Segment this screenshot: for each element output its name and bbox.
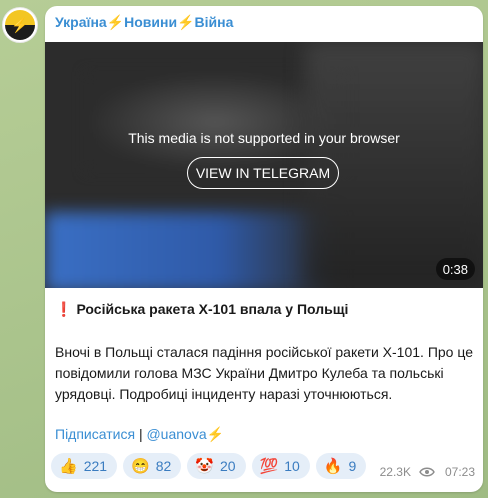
- message-meta: 22.3K 07:23: [380, 465, 475, 479]
- post-links: Підписатися | @uanova⚡: [55, 426, 224, 443]
- fire-icon: 🔥: [323, 457, 343, 475]
- reaction-thumbs-up[interactable]: 👍 221: [51, 453, 118, 479]
- channel-handle-link[interactable]: @uanova⚡: [146, 426, 224, 442]
- view-in-telegram-button[interactable]: VIEW IN TELEGRAM: [187, 157, 339, 189]
- reaction-hundred[interactable]: 💯 10: [251, 453, 310, 479]
- eye-icon: [419, 467, 435, 477]
- reaction-fire[interactable]: 🔥 9: [315, 453, 367, 479]
- video-duration: 0:38: [435, 258, 475, 280]
- thumbs-up-icon: 👍: [59, 457, 78, 475]
- video-preview[interactable]: This media is not supported in your brow…: [45, 42, 483, 288]
- subscribe-link[interactable]: Підписатися: [55, 426, 135, 442]
- clown-face-icon: 🤡: [195, 457, 214, 475]
- channel-avatar[interactable]: ⚡: [2, 7, 38, 43]
- reaction-count: 20: [220, 458, 236, 474]
- reaction-grin[interactable]: 😁 82: [123, 453, 182, 479]
- view-count: 22.3K: [379, 465, 411, 479]
- video-blur-thumbnail: [45, 212, 335, 288]
- ukraine-news-logo-icon: ⚡: [5, 10, 35, 40]
- reactions-bar: 👍 221 😁 82 🤡 20 💯 10 🔥 9: [51, 453, 367, 479]
- message-time: 07:23: [444, 465, 475, 479]
- unsupported-media-text: This media is not supported in your brow…: [128, 130, 400, 146]
- reaction-count: 10: [284, 458, 300, 474]
- exclamation-icon: ❗: [55, 301, 73, 317]
- reaction-clown[interactable]: 🤡 20: [187, 453, 246, 479]
- headline-text: Російська ракета Х-101 впала у Польщі: [76, 301, 349, 317]
- message-bubble: Україна⚡Новини⚡Війна This media is not s…: [45, 6, 483, 492]
- reaction-count: 9: [348, 458, 357, 474]
- hundred-points-icon: 💯: [259, 457, 279, 475]
- link-separator: |: [138, 426, 143, 442]
- channel-name[interactable]: Україна⚡Новини⚡Війна: [55, 14, 233, 31]
- post-headline: ❗ Російська ракета Х-101 впала у Польщі: [55, 301, 475, 318]
- reaction-count: 221: [83, 458, 108, 474]
- grin-face-icon: 😁: [131, 457, 150, 475]
- post-body: Вночі в Польщі сталася падіння російсько…: [55, 344, 473, 402]
- reaction-count: 82: [155, 458, 172, 474]
